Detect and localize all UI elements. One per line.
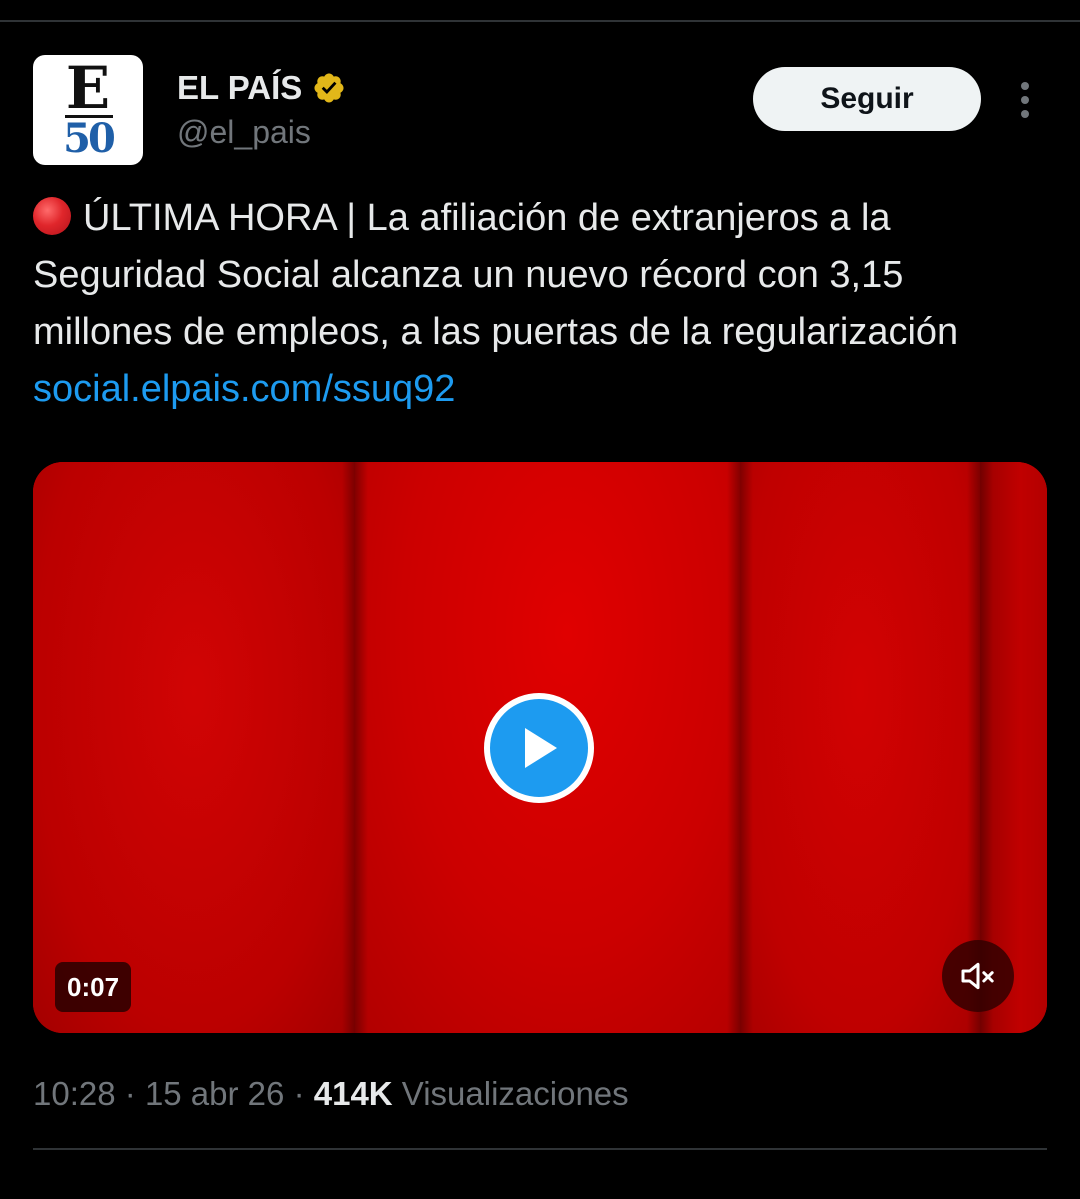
play-button[interactable]	[484, 693, 594, 803]
tweet-date[interactable]: 15 abr 26	[145, 1075, 284, 1112]
tweet-time[interactable]: 10:28	[33, 1075, 116, 1112]
tweet-meta: 10:28 · 15 abr 26 · 414K Visualizaciones	[33, 1072, 629, 1116]
meta-separator: ·	[124, 1075, 136, 1112]
play-icon	[525, 728, 557, 768]
video-frame-seam	[727, 462, 753, 1033]
views-label: Visualizaciones	[401, 1075, 629, 1112]
top-divider	[0, 20, 1080, 22]
author-handle[interactable]: @el_pais	[177, 112, 311, 152]
tweet-body: ÚLTIMA HORA | La afiliación de extranjer…	[33, 197, 959, 353]
more-dot	[1021, 110, 1029, 118]
video-frame-seam	[342, 462, 368, 1033]
more-dot	[1021, 82, 1029, 90]
video-duration: 0:07	[55, 962, 132, 1012]
unmute-button[interactable]	[942, 940, 1014, 1012]
bottom-divider	[33, 1148, 1047, 1150]
video-player[interactable]: 0:07	[33, 462, 1047, 1033]
video-frame-panel	[740, 462, 980, 1033]
author-name-row[interactable]: EL PAÍS	[177, 68, 346, 108]
tweet-link[interactable]: social.elpais.com/ssuq92	[33, 368, 455, 410]
follow-button[interactable]: Seguir	[753, 67, 981, 131]
meta-separator: ·	[293, 1075, 305, 1112]
speaker-muted-icon	[961, 962, 994, 990]
red-circle-emoji-icon	[33, 197, 71, 235]
verified-badge-icon	[314, 73, 344, 103]
avatar-logo-letter: E	[65, 55, 111, 122]
author-name[interactable]: EL PAÍS	[177, 68, 302, 108]
more-dot	[1021, 96, 1029, 104]
views-count: 414K	[313, 1075, 393, 1112]
video-frame-panel	[33, 462, 355, 1033]
tweet-text: ÚLTIMA HORA | La afiliación de extranjer…	[33, 190, 1033, 418]
avatar-logo-number: 50	[63, 115, 116, 162]
more-options-icon[interactable]	[1008, 80, 1042, 120]
author-avatar[interactable]: E 50	[33, 55, 143, 165]
